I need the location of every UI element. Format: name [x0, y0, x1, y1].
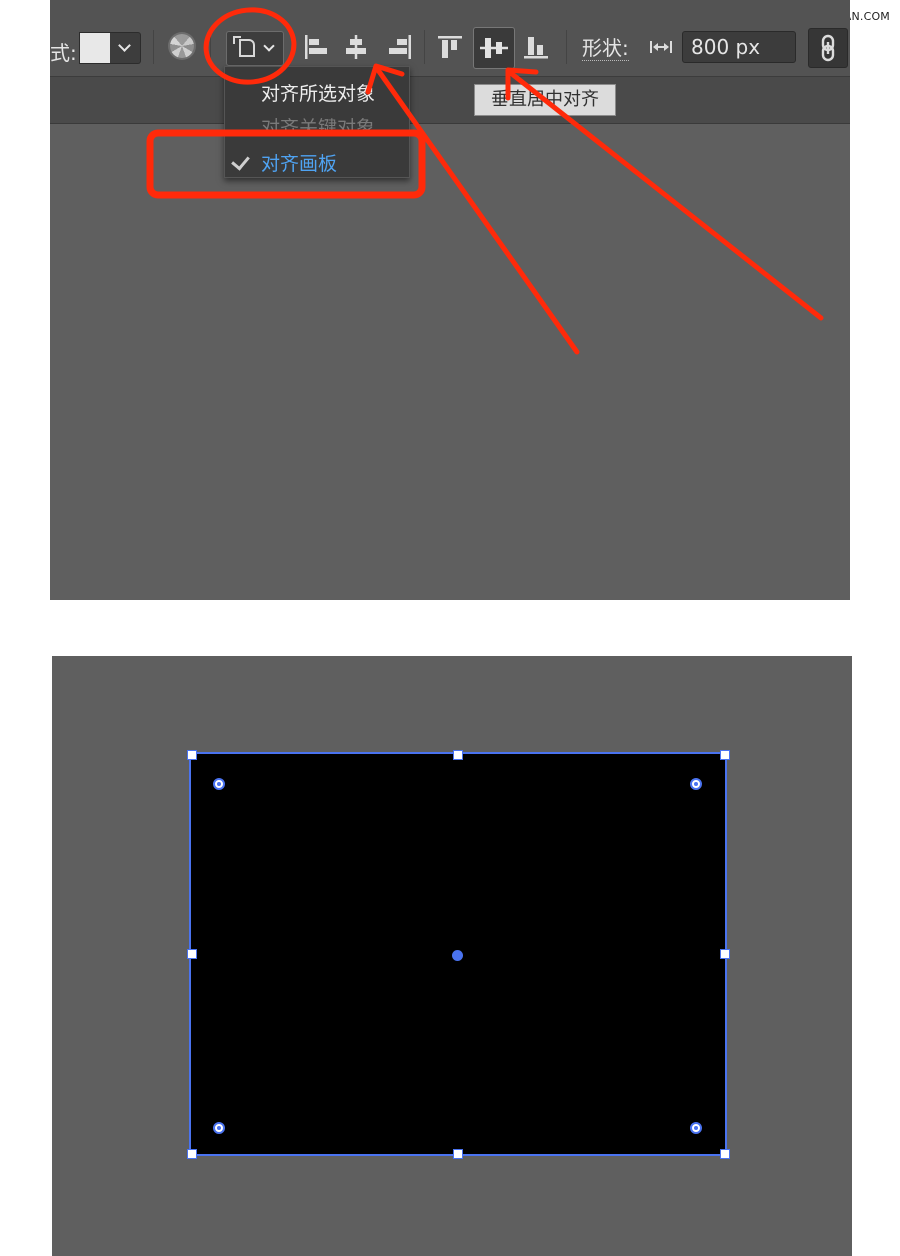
chevron-down-icon [263, 40, 275, 52]
transform-handle-top-center[interactable] [453, 750, 463, 760]
corner-radius-handle-top-left[interactable] [213, 778, 225, 790]
style-swatch[interactable] [79, 32, 111, 64]
align-left-edges-icon[interactable] [302, 33, 330, 61]
transform-handle-middle-right[interactable] [720, 949, 730, 959]
link-button[interactable] [808, 28, 848, 68]
divider [424, 30, 425, 64]
menu-item-align-selection[interactable]: 对齐所选对象 [261, 79, 375, 106]
align-vertical-centers-icon[interactable] [473, 27, 515, 69]
corner-radius-handle-top-right[interactable] [690, 778, 702, 790]
transform-handle-bottom-right[interactable] [720, 1149, 730, 1159]
transform-handle-bottom-center[interactable] [453, 1149, 463, 1159]
transform-handle-middle-left[interactable] [187, 949, 197, 959]
artboard-align-icon [239, 39, 255, 57]
align-bottom-edges-icon[interactable] [522, 33, 550, 61]
style-dropdown-button[interactable] [110, 32, 141, 64]
menu-item-align-key-object: 对齐关键对象 [261, 117, 376, 139]
divider [566, 30, 567, 64]
align-to-button[interactable] [226, 31, 284, 66]
canvas-screenshot [52, 656, 852, 1256]
style-label: 式: [50, 41, 77, 65]
tooltip: 垂直居中对齐 [474, 84, 616, 116]
width-arrows-icon [650, 41, 672, 53]
align-to-dropdown-menu: 对齐所选对象 对齐关键对象 对齐画板 [224, 66, 410, 178]
menu-item-align-artboard[interactable]: 对齐画板 [261, 149, 337, 176]
shape-label: 形状: [582, 36, 629, 61]
chevron-down-icon [118, 39, 131, 52]
center-point [452, 950, 463, 961]
transform-handle-bottom-left[interactable] [187, 1149, 197, 1159]
transform-handle-top-right[interactable] [720, 750, 730, 760]
corner-radius-handle-bottom-left[interactable] [213, 1122, 225, 1134]
options-bar-screenshot: 式: 形状: 800 px 对齐所选对象 对齐关键对象 对齐画板 垂直居中对齐 [50, 0, 850, 600]
corner-radius-handle-bottom-right[interactable] [690, 1122, 702, 1134]
link-icon [821, 34, 835, 62]
align-right-edges-icon[interactable] [386, 33, 414, 61]
title-strip [50, 0, 850, 21]
align-horizontal-centers-icon[interactable] [342, 33, 370, 61]
divider [153, 30, 154, 64]
checkmark-icon [231, 151, 250, 171]
path-operations-icon[interactable] [170, 34, 194, 58]
align-top-edges-icon[interactable] [436, 33, 464, 61]
options-bar: 式: 形状: 800 px [50, 20, 850, 77]
divider [210, 30, 211, 64]
width-input[interactable]: 800 px [682, 31, 796, 63]
transform-handle-top-left[interactable] [187, 750, 197, 760]
document-tab-bar [50, 77, 850, 124]
